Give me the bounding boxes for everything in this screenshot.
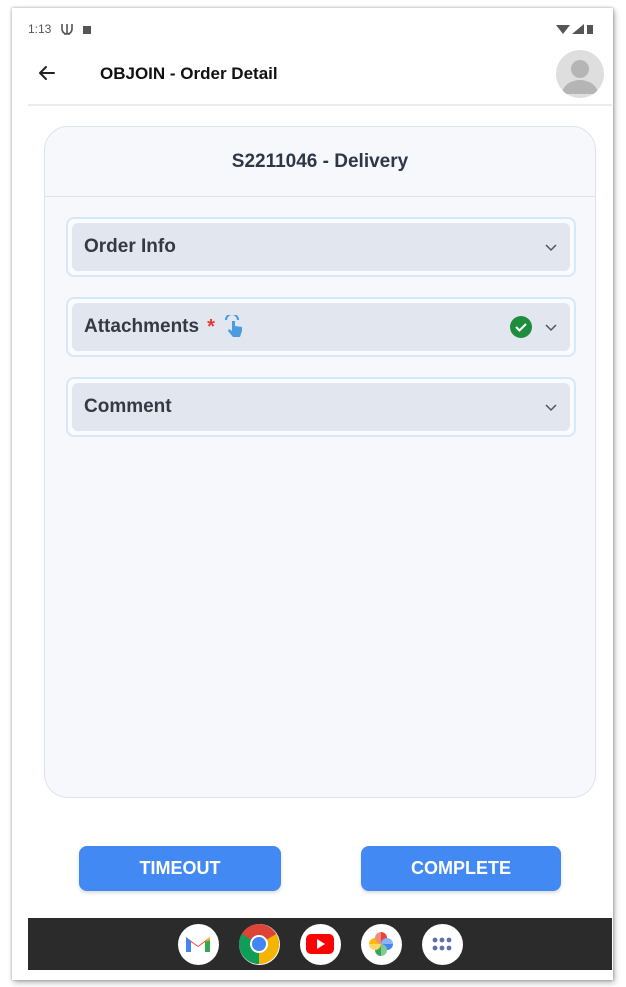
- section-attachments: Attachments *: [66, 297, 576, 357]
- youtube-icon[interactable]: [299, 923, 341, 965]
- section-label: Attachments: [84, 316, 200, 337]
- wifi-icon: [556, 24, 570, 38]
- section-comment: Comment: [66, 377, 576, 437]
- gmail-icon[interactable]: [177, 923, 219, 965]
- comment-accordion[interactable]: Comment: [72, 383, 570, 431]
- user-avatar-icon: [562, 60, 598, 94]
- apps-icon[interactable]: [421, 923, 463, 965]
- tap-hand-icon: [223, 315, 245, 339]
- battery-icon: [586, 24, 594, 38]
- photos-icon[interactable]: [360, 923, 402, 965]
- check-circle-icon: [510, 316, 532, 338]
- signal-icon: [572, 24, 584, 38]
- section-order-info: Order Info: [66, 217, 576, 277]
- order-info-accordion[interactable]: Order Info: [72, 223, 570, 271]
- card-header: S2211046 - Delivery: [45, 127, 595, 197]
- chevron-down-icon: [544, 240, 558, 254]
- chrome-icon[interactable]: [238, 923, 280, 965]
- storage-icon: [82, 24, 92, 38]
- avatar[interactable]: [556, 50, 604, 98]
- chevron-down-icon: [544, 400, 558, 414]
- notification-icon: [60, 23, 74, 38]
- attachments-accordion[interactable]: Attachments *: [72, 303, 570, 351]
- app-bar: OBJOIN - Order Detail: [28, 48, 612, 106]
- back-arrow-icon[interactable]: [34, 60, 60, 86]
- section-label: Order Info: [84, 236, 176, 257]
- status-bar: 1:13: [28, 22, 598, 42]
- app-dock: [28, 918, 612, 970]
- complete-button[interactable]: COMPLETE: [361, 846, 561, 891]
- chevron-down-icon: [544, 320, 558, 334]
- timeout-button[interactable]: TIMEOUT: [79, 846, 281, 891]
- page-title: OBJOIN - Order Detail: [100, 64, 278, 83]
- required-indicator: *: [207, 315, 215, 338]
- status-time: 1:13: [28, 22, 52, 36]
- order-card: S2211046 - Delivery Order Info Attachmen…: [44, 126, 596, 798]
- section-label: Comment: [84, 396, 172, 417]
